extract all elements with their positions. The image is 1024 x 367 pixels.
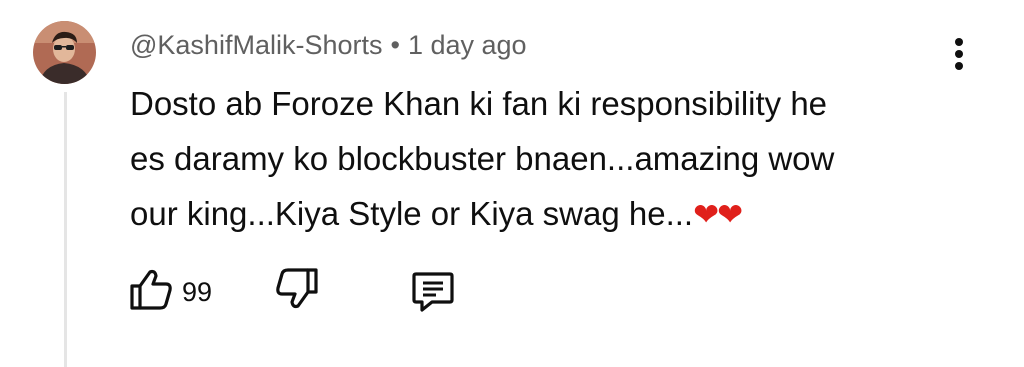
comment-line: Dosto ab Foroze Khan ki fan ki responsib…	[130, 85, 828, 122]
more-options-button[interactable]	[944, 36, 974, 76]
reply-button[interactable]	[410, 270, 456, 314]
like-button[interactable]	[128, 266, 174, 312]
comment-timestamp[interactable]: 1 day ago	[408, 30, 527, 60]
reply-icon	[412, 272, 454, 312]
avatar[interactable]	[33, 21, 96, 84]
comment-text: Dosto ab Foroze Khan ki fan ki responsib…	[130, 76, 930, 242]
like-count: 99	[182, 277, 213, 307]
comment-header: @KashifMalik-Shorts • 1 day ago	[130, 28, 527, 62]
comment-line-text: our king...Kiya Style or Kiya swag he...	[130, 195, 694, 232]
comment-line: our king...Kiya Style or Kiya swag he...…	[130, 186, 930, 242]
comment-line: es daramy ko blockbuster bnaen...amazing…	[130, 140, 835, 177]
thumbs-down-icon	[276, 268, 318, 309]
separator-dot: •	[390, 30, 400, 60]
thread-line	[64, 92, 67, 367]
heart-emoji: ❤❤	[693, 197, 743, 232]
thumbs-up-icon	[130, 269, 172, 310]
author-name[interactable]: @KashifMalik-Shorts	[130, 30, 382, 60]
dislike-button[interactable]	[274, 266, 320, 312]
more-vertical-icon	[955, 38, 963, 70]
avatar-image	[33, 21, 96, 84]
